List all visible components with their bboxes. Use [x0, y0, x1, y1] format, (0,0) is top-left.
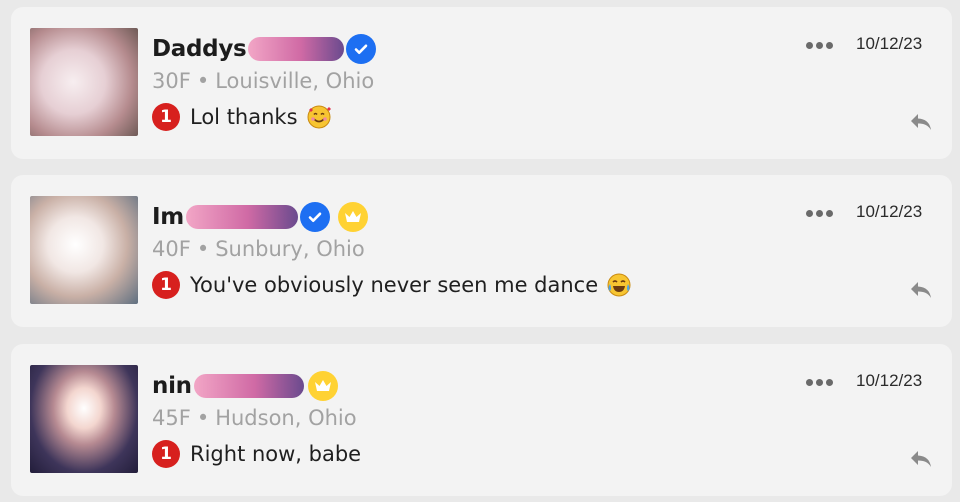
message-preview[interactable]: Lol thanks	[190, 105, 298, 129]
unread-badge: 1	[152, 103, 180, 131]
location: Sunbury, Ohio	[215, 237, 365, 261]
avatar[interactable]	[30, 365, 138, 473]
user-meta: 45F • Hudson, Ohio	[152, 406, 357, 430]
user-name[interactable]: nin	[152, 373, 192, 399]
message-date: 10/12/23	[856, 202, 923, 221]
user-name[interactable]: Daddys	[152, 36, 247, 62]
name-row: Im	[152, 202, 368, 232]
crown-icon	[337, 202, 368, 232]
location: Hudson, Ohio	[215, 406, 357, 430]
age-gender: 40F	[152, 237, 191, 261]
location: Louisville, Ohio	[215, 69, 375, 93]
reply-icon[interactable]	[908, 279, 936, 301]
avatar[interactable]	[30, 28, 138, 136]
separator-dot: •	[196, 237, 210, 261]
message-row: 1 Right now, babe	[152, 439, 361, 469]
smiling-face-with-hearts-emoji-icon	[306, 104, 332, 130]
message-row: 1 Lol thanks	[152, 102, 332, 132]
avatar[interactable]	[30, 196, 138, 304]
conversation-card[interactable]: Im 40F • Sunbury, Ohio 1 You've obviously …	[11, 175, 952, 327]
reply-icon[interactable]	[908, 448, 936, 470]
tears-of-joy-emoji-icon	[606, 272, 632, 298]
redaction-blur	[248, 37, 345, 61]
conversation-card[interactable]: nin 45F • Hudson, Ohio 1 Right now, babe 1…	[11, 344, 952, 496]
separator-dot: •	[196, 69, 210, 93]
name-row: Daddys	[152, 34, 377, 64]
verified-check-icon	[346, 34, 377, 64]
verified-check-icon	[299, 202, 330, 232]
conversation-card[interactable]: Daddys 30F • Louisville, Ohio 1 Lol thanks…	[11, 7, 952, 159]
age-gender: 45F	[152, 406, 191, 430]
more-options-icon[interactable]	[806, 42, 833, 49]
age-gender: 30F	[152, 69, 191, 93]
message-date: 10/12/23	[856, 371, 923, 390]
redaction-blur	[193, 374, 304, 398]
more-options-icon[interactable]	[806, 379, 833, 386]
unread-badge: 1	[152, 271, 180, 299]
user-meta: 30F • Louisville, Ohio	[152, 69, 374, 93]
crown-icon	[307, 371, 338, 401]
unread-badge: 1	[152, 440, 180, 468]
message-date: 10/12/23	[856, 34, 923, 53]
redaction-blur	[185, 205, 298, 229]
reply-icon[interactable]	[908, 111, 936, 133]
separator-dot: •	[196, 406, 210, 430]
user-meta: 40F • Sunbury, Ohio	[152, 237, 365, 261]
more-options-icon[interactable]	[806, 210, 833, 217]
name-row: nin	[152, 371, 338, 401]
user-name[interactable]: Im	[152, 204, 184, 230]
message-preview[interactable]: You've obviously never seen me dance	[190, 273, 598, 297]
message-row: 1 You've obviously never seen me dance	[152, 270, 632, 300]
message-preview[interactable]: Right now, babe	[190, 442, 361, 466]
